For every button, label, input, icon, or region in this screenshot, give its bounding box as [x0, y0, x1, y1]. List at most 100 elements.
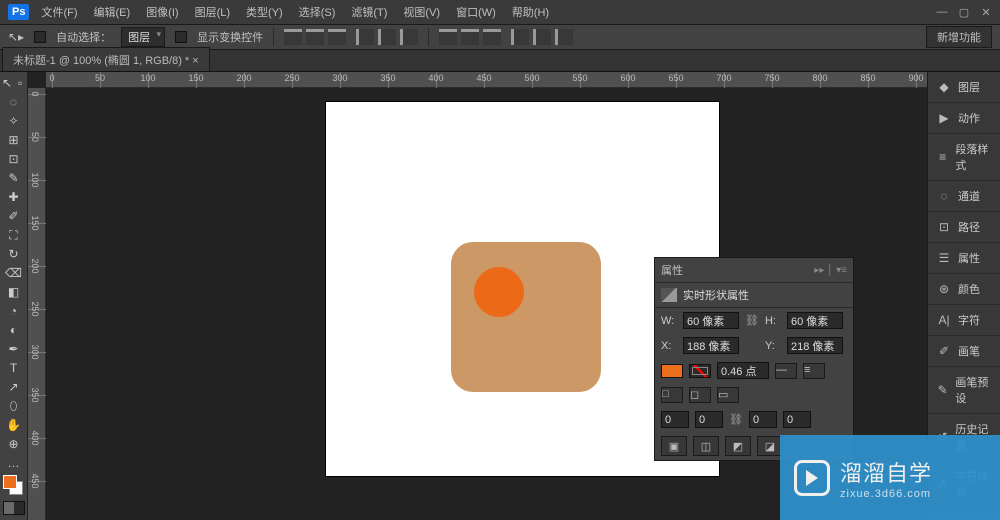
pathop-intersect-button[interactable]: ◩: [725, 436, 751, 456]
menu-edit[interactable]: 编辑(E): [94, 4, 131, 20]
maximize-button[interactable]: ▢: [958, 6, 970, 18]
corner-bl-input[interactable]: [783, 411, 811, 428]
tool-gradient[interactable]: ◧: [3, 283, 25, 301]
dock-label: 动作: [958, 110, 980, 126]
dist-bottom-button[interactable]: [483, 29, 501, 45]
align-top-button[interactable]: [284, 29, 302, 45]
dock-item-2[interactable]: ≡段落样式: [928, 134, 1000, 181]
close-button[interactable]: ✕: [980, 6, 992, 18]
color-swatches[interactable]: [3, 475, 25, 499]
corner-br-input[interactable]: [749, 411, 777, 428]
play-icon: [794, 460, 830, 496]
panel-menu-icon[interactable]: ▸▸ │ ▾≡: [814, 265, 847, 276]
tool-more[interactable]: …: [3, 454, 25, 472]
align-bottom-button[interactable]: [328, 29, 346, 45]
document-tab[interactable]: 未标题-1 @ 100% (椭圆 1, RGB/8) * ×: [2, 47, 210, 71]
align-left-button[interactable]: [356, 29, 374, 45]
tool-zoom[interactable]: ⊕: [3, 435, 25, 453]
new-feature-button[interactable]: 新增功能: [926, 26, 992, 48]
cap-round-button[interactable]: ◻: [689, 387, 711, 403]
tool-quickselect[interactable]: ⊞: [3, 131, 25, 149]
join-miter-button[interactable]: ▭: [717, 387, 739, 403]
dist-vcenter-button[interactable]: [461, 29, 479, 45]
height-input[interactable]: [787, 312, 843, 329]
align-right-button[interactable]: [400, 29, 418, 45]
ruler-vertical[interactable]: 050100150200250300350400450: [28, 88, 46, 520]
auto-select-checkbox[interactable]: [34, 31, 46, 43]
stroke-swatch[interactable]: [689, 364, 711, 378]
app-logo: Ps: [8, 4, 29, 20]
tool-eraser[interactable]: ⌫: [3, 264, 25, 282]
tool-marquee[interactable]: ◌: [3, 93, 25, 111]
tool-blur[interactable]: ◔: [3, 302, 25, 320]
y-label: Y:: [765, 340, 781, 352]
corner-tl-input[interactable]: [661, 411, 689, 428]
tool-lasso[interactable]: ✧: [3, 112, 25, 130]
tool-stamp[interactable]: ⛶: [3, 226, 25, 244]
dock-item-7[interactable]: A|字符: [928, 305, 1000, 336]
menu-image[interactable]: 图像(I): [146, 4, 178, 20]
show-transform-checkbox[interactable]: [175, 31, 187, 43]
tool-eyedropper[interactable]: ✎: [3, 169, 25, 187]
auto-select-combo[interactable]: 图层: [121, 27, 165, 47]
align-vcenter-button[interactable]: [306, 29, 324, 45]
tool-dodge[interactable]: ◐: [3, 321, 25, 339]
tool-move[interactable]: ↖: [1, 74, 14, 92]
tool-crop[interactable]: ⊡: [3, 150, 25, 168]
move-tool-icon[interactable]: ↖▸: [8, 30, 24, 44]
menu-layer[interactable]: 图层(L): [195, 4, 230, 20]
menu-file[interactable]: 文件(F): [41, 4, 77, 20]
stroke-weight-input[interactable]: [717, 362, 769, 379]
dock-item-5[interactable]: ☰属性: [928, 243, 1000, 274]
dist-right-button[interactable]: [555, 29, 573, 45]
cap-butt-button[interactable]: □: [661, 387, 683, 403]
tool-healing[interactable]: ✚: [3, 188, 25, 206]
pathop-subtract-button[interactable]: ◫: [693, 436, 719, 456]
stroke-align-button[interactable]: ≡: [803, 363, 825, 379]
tool-history-brush[interactable]: ↻: [3, 245, 25, 263]
stroke-dash-button[interactable]: —: [775, 363, 797, 379]
rounded-rect-shape[interactable]: [451, 242, 601, 392]
dock-item-1[interactable]: ▶ 动作: [928, 103, 1000, 134]
tool-path-select[interactable]: ↗: [3, 378, 25, 396]
menu-select[interactable]: 选择(S): [299, 4, 336, 20]
dock-item-9[interactable]: ✎画笔预设: [928, 367, 1000, 414]
dock-item-4[interactable]: ⊡路径: [928, 212, 1000, 243]
x-input[interactable]: [683, 337, 739, 354]
quickmask-toggle[interactable]: [3, 501, 25, 515]
tool-hand[interactable]: ✋: [3, 416, 25, 434]
foreground-swatch[interactable]: [3, 475, 17, 489]
menu-window[interactable]: 窗口(W): [456, 4, 496, 20]
watermark-url: zixue.3d66.com: [840, 488, 932, 500]
dist-hcenter-button[interactable]: [533, 29, 551, 45]
menu-help[interactable]: 帮助(H): [512, 4, 549, 20]
corner-tr-input[interactable]: [695, 411, 723, 428]
dist-left-button[interactable]: [511, 29, 529, 45]
width-input[interactable]: [683, 312, 739, 329]
align-hcenter-button[interactable]: [378, 29, 396, 45]
pathop-combine-button[interactable]: ▣: [661, 436, 687, 456]
dock-item-8[interactable]: ✐画笔: [928, 336, 1000, 367]
y-input[interactable]: [787, 337, 843, 354]
tool-type[interactable]: T: [3, 359, 25, 377]
menu-view[interactable]: 视图(V): [403, 4, 440, 20]
fill-swatch[interactable]: [661, 364, 683, 378]
tool-artboard[interactable]: ▫: [14, 74, 27, 92]
tool-shape[interactable]: ⬯: [3, 397, 25, 415]
dist-top-button[interactable]: [439, 29, 457, 45]
menu-type[interactable]: 类型(Y): [246, 4, 283, 20]
dock-item-6[interactable]: ⊛颜色: [928, 274, 1000, 305]
menu-filter[interactable]: 滤镜(T): [351, 4, 387, 20]
dock-item-0[interactable]: ◆图层: [928, 72, 1000, 103]
link-corners-icon[interactable]: ⛓: [729, 413, 743, 426]
link-wh-icon[interactable]: ⛓: [745, 314, 759, 327]
tool-pen[interactable]: ✒: [3, 340, 25, 358]
tool-brush[interactable]: ✐: [3, 207, 25, 225]
dock-icon: ✎: [936, 383, 949, 397]
ellipse-shape[interactable]: [474, 267, 524, 317]
dock-item-3[interactable]: ◌通道: [928, 181, 1000, 212]
ruler-horizontal[interactable]: 0501001502002503003504004505005506006507…: [46, 72, 927, 88]
dock-icon: ▶: [936, 111, 952, 125]
minimize-button[interactable]: —: [936, 6, 948, 18]
properties-tab[interactable]: 属性: [661, 262, 683, 278]
